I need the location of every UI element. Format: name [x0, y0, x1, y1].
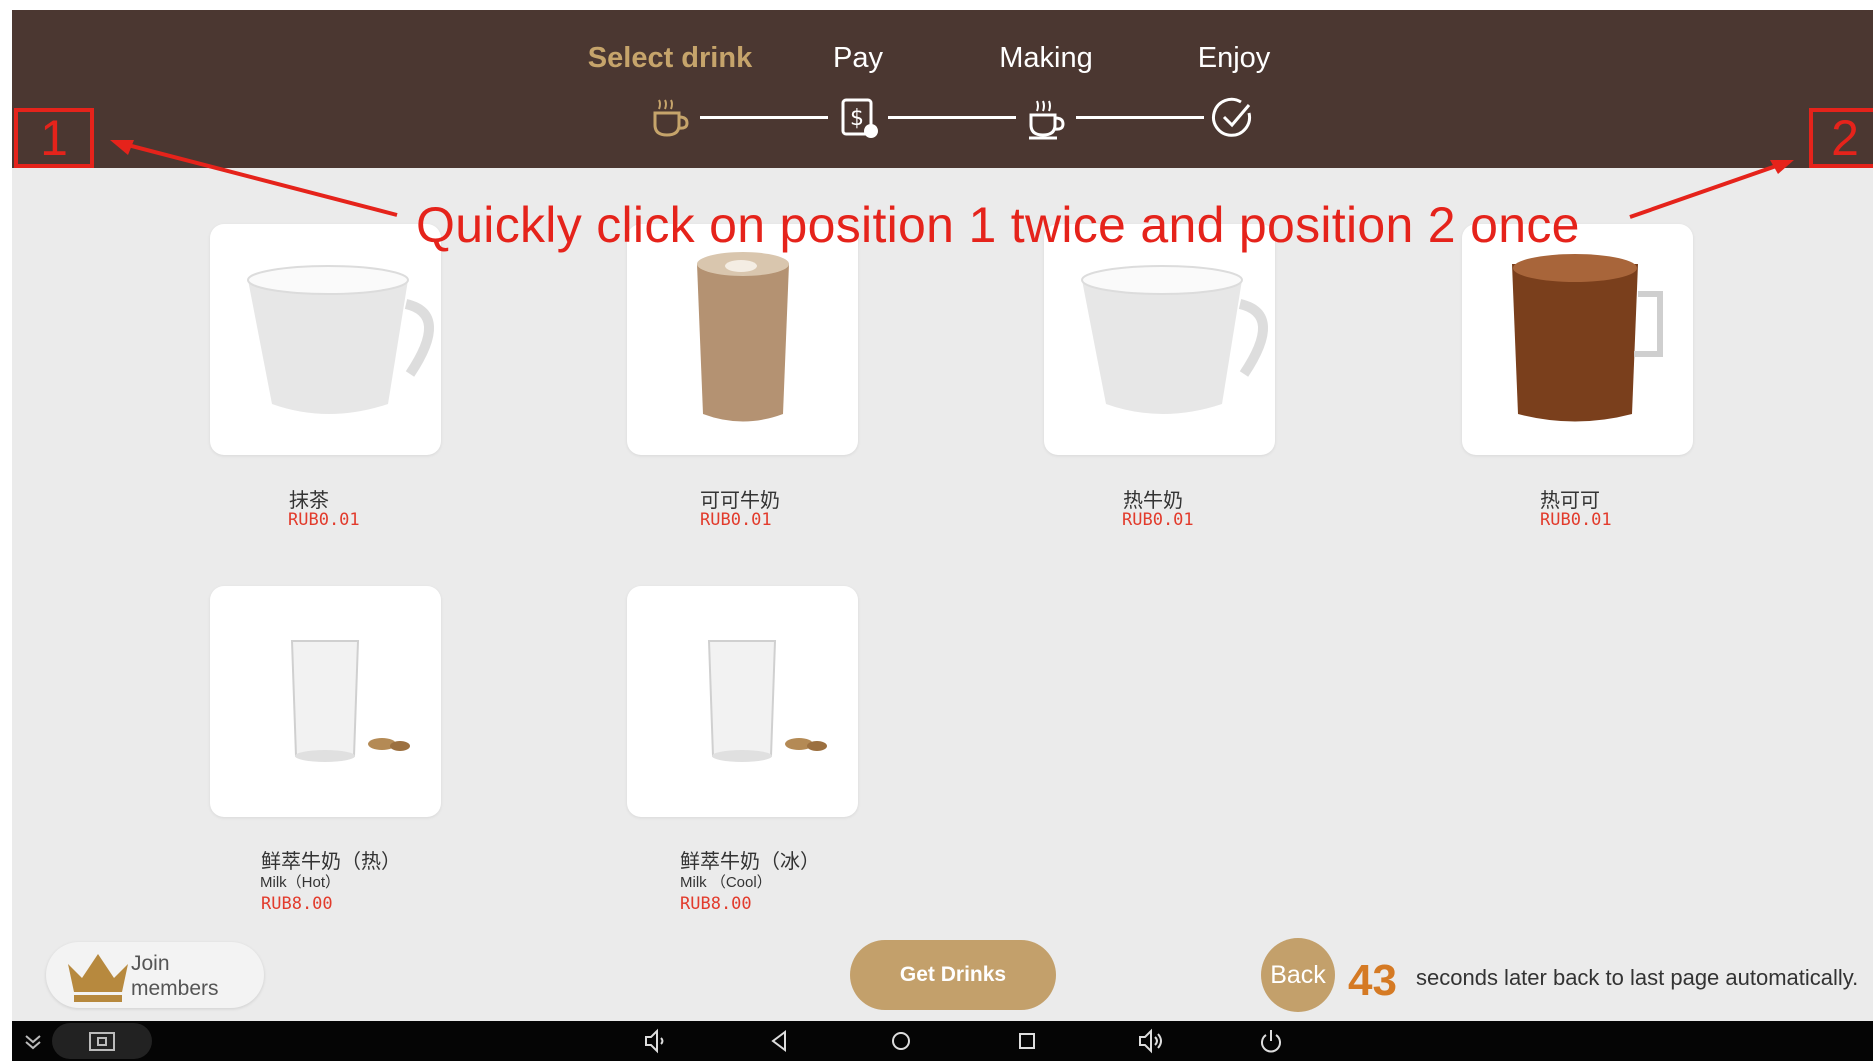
product-card-milk-hot[interactable] — [210, 586, 441, 817]
product-name: 可可牛奶 — [700, 490, 780, 512]
kiosk-screen: Select drink Pay Making Enjoy $ 1 2 Quic… — [12, 10, 1873, 1061]
step-connector — [700, 116, 828, 119]
countdown-message: seconds later back to last page automati… — [1416, 965, 1859, 990]
product-price: RUB8.00 — [261, 894, 333, 914]
product-price: RUB0.01 — [700, 510, 772, 530]
product-price: RUB0.01 — [1540, 510, 1612, 530]
step-making: Making — [999, 42, 1093, 74]
product-subtitle: Milk（Hot） — [260, 874, 341, 891]
payment-icon: $ — [841, 98, 878, 138]
product-name: 抹茶 — [289, 490, 329, 512]
product-card-hot-cocoa[interactable] — [1462, 224, 1693, 455]
glass-mug-image — [1512, 254, 1663, 422]
svg-text:$: $ — [850, 106, 864, 131]
product-price: RUB8.00 — [680, 894, 752, 914]
back-nav-icon[interactable] — [764, 1026, 794, 1056]
product-subtitle: Milk （Cool） — [680, 874, 772, 891]
glass-of-milk-image — [290, 640, 410, 762]
step-enjoy: Enjoy — [1197, 42, 1271, 74]
system-navigation-bar — [12, 1021, 1873, 1061]
recents-nav-icon[interactable] — [1012, 1026, 1042, 1056]
join-members-label: Join members — [131, 952, 219, 1000]
product-card-milk-cool[interactable] — [627, 586, 858, 817]
volume-down-icon[interactable] — [640, 1026, 670, 1056]
step-connector — [888, 116, 1016, 119]
position-2-marker[interactable]: 2 — [1809, 108, 1873, 168]
chevron-down-icon[interactable] — [18, 1026, 48, 1056]
countdown-seconds: 43 — [1348, 956, 1397, 1005]
coffee-cup-icon — [653, 99, 689, 137]
annotation-instruction: Quickly click on position 1 twice and po… — [416, 197, 1580, 253]
glass-of-milk-image — [707, 640, 827, 762]
product-card-matcha[interactable] — [210, 224, 441, 455]
product-name: 鲜萃牛奶（热） — [261, 851, 401, 873]
white-mug-image — [1081, 265, 1269, 414]
tall-cup-image — [697, 252, 789, 422]
product-price: RUB0.01 — [1122, 510, 1194, 530]
product-name: 热牛奶 — [1123, 490, 1183, 512]
progress-header: Select drink Pay Making Enjoy $ — [12, 10, 1873, 168]
white-mug-image — [247, 265, 435, 414]
screenshot-icon[interactable] — [87, 1026, 117, 1056]
steaming-cup-icon — [1029, 100, 1065, 140]
step-select-drink: Select drink — [587, 42, 753, 74]
product-card-hot-milk[interactable] — [1044, 224, 1275, 455]
volume-up-icon[interactable] — [1136, 1026, 1166, 1056]
product-name: 热可可 — [1540, 490, 1600, 512]
back-button[interactable]: Back — [1261, 938, 1335, 1012]
position-1-marker[interactable]: 1 — [14, 108, 94, 168]
checkmark-icon — [1212, 97, 1251, 137]
step-connector — [1076, 116, 1204, 119]
step-pay: Pay — [833, 42, 883, 74]
product-name: 鲜萃牛奶（冰） — [680, 851, 820, 873]
power-icon[interactable] — [1256, 1026, 1286, 1056]
product-card-cocoa-milk[interactable] — [627, 224, 858, 455]
home-nav-icon[interactable] — [886, 1026, 916, 1056]
get-drinks-button[interactable]: Get Drinks — [850, 940, 1056, 1010]
product-price: RUB0.01 — [288, 510, 360, 530]
crown-icon — [68, 954, 128, 1002]
